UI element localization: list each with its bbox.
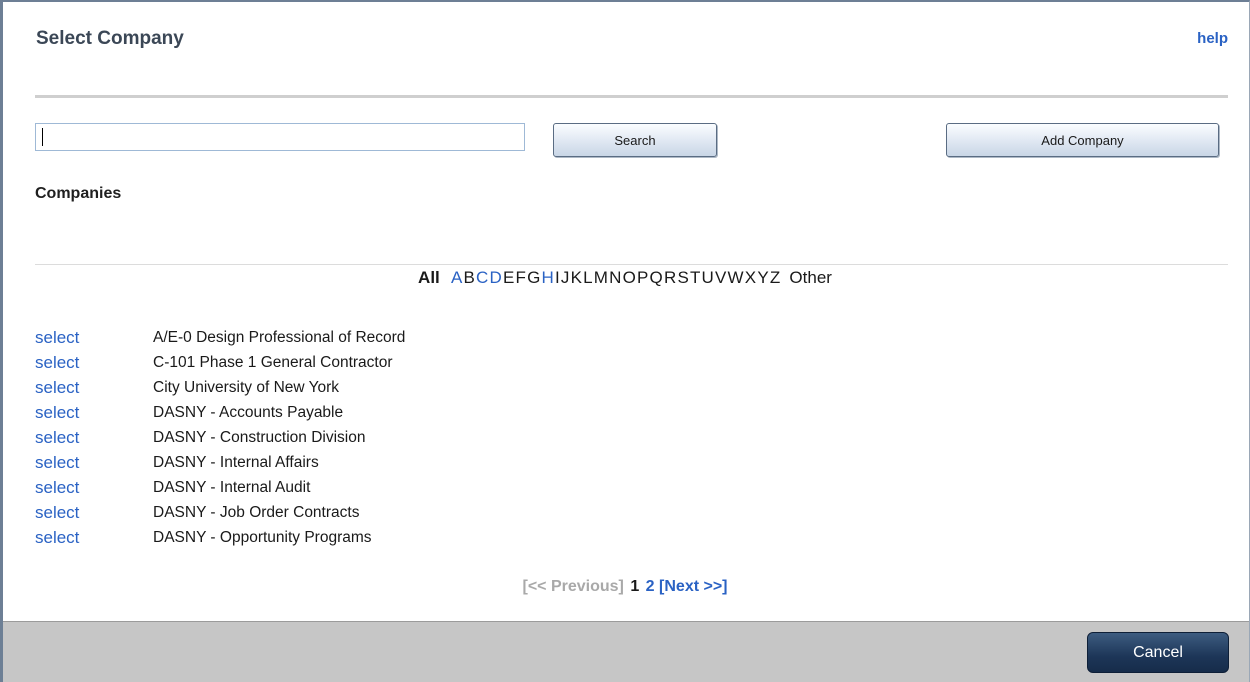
companies-heading: Companies (35, 185, 122, 202)
section-divider (35, 264, 1228, 265)
select-company-link[interactable]: select (35, 453, 79, 473)
company-list: select A/E-0 Design Professional of Recor… (35, 328, 735, 553)
select-company-link[interactable]: select (35, 478, 79, 498)
help-link[interactable]: help (1197, 30, 1228, 47)
pagination: [<< Previous] 1 2 [Next >>] (0, 578, 1250, 596)
company-name: DASNY - Opportunity Programs (153, 529, 372, 546)
alpha-filter-letter: X (744, 268, 757, 287)
alpha-filter-letter: T (689, 268, 701, 287)
alpha-filter-letter: Y (757, 268, 769, 287)
alpha-filter-letter: G (527, 268, 541, 287)
alpha-filter-letter: O (622, 268, 636, 287)
company-row: select DASNY - Accounts Payable (35, 403, 735, 428)
previous-page-link: [<< Previous] (522, 578, 624, 595)
cancel-button[interactable]: Cancel (1087, 632, 1229, 673)
alpha-filter-letter: Z (769, 268, 781, 287)
company-row: select DASNY - Internal Audit (35, 478, 735, 503)
alpha-filter-letter: N (609, 268, 622, 287)
company-row: select DASNY - Opportunity Programs (35, 528, 735, 553)
next-page-link[interactable]: [Next >>] (659, 578, 727, 595)
alpha-filter-letter: L (583, 268, 593, 287)
search-button[interactable]: Search (553, 123, 717, 157)
alpha-filter-letter: K (570, 268, 582, 287)
company-row: select DASNY - Job Order Contracts (35, 503, 735, 528)
alphabet-filter: All ABCDEFGHIJKLMNOPQRSTUVWXYZ Other (0, 268, 1250, 288)
page-title: Select Company (36, 28, 184, 49)
alpha-filter-letter: E (502, 268, 515, 287)
page-link[interactable]: 2 (646, 578, 655, 595)
alpha-filter-letter: U (701, 268, 714, 287)
company-name: City University of New York (153, 379, 340, 396)
company-row: select City University of New York (35, 378, 735, 403)
current-page: 1 (630, 578, 640, 595)
alpha-filter-letter: B (463, 268, 475, 287)
alpha-filter-letter[interactable]: C (476, 268, 488, 288)
select-company-link[interactable]: select (35, 503, 79, 523)
alpha-filter-letter: I (554, 268, 560, 287)
dialog-footer (3, 621, 1249, 682)
company-name: DASNY - Accounts Payable (153, 404, 344, 421)
text-cursor (42, 128, 43, 146)
alpha-filter-letter: Q (649, 268, 663, 287)
company-name: DASNY - Construction Division (153, 429, 366, 446)
select-company-link[interactable]: select (35, 428, 79, 448)
alpha-filter-letter[interactable]: H (542, 268, 554, 288)
alpha-filter-letter: V (715, 268, 727, 287)
select-company-link[interactable]: select (35, 528, 79, 548)
alpha-filter-other[interactable]: Other (789, 268, 832, 288)
select-company-link[interactable]: select (35, 403, 79, 423)
company-row: select DASNY - Internal Affairs (35, 453, 735, 478)
alpha-filter-letter: S (677, 268, 689, 287)
add-company-button[interactable]: Add Company (946, 123, 1219, 157)
alpha-filter-letter[interactable]: D (490, 268, 502, 288)
alpha-filter-all[interactable]: All (418, 268, 440, 288)
company-row: select A/E-0 Design Professional of Recor… (35, 328, 735, 353)
select-company-link[interactable]: select (35, 378, 79, 398)
header-divider (35, 95, 1228, 98)
select-company-link[interactable]: select (35, 353, 79, 373)
alpha-filter-letter: F (515, 268, 526, 287)
company-name: A/E-0 Design Professional of Record (153, 329, 406, 346)
alpha-filter-letter: R (663, 268, 677, 287)
search-input[interactable] (35, 123, 525, 151)
select-company-link[interactable]: select (35, 328, 79, 348)
alpha-filter-letter[interactable]: A (451, 268, 462, 288)
company-name: DASNY - Job Order Contracts (153, 504, 360, 521)
company-row: select DASNY - Construction Division (35, 428, 735, 453)
alpha-filter-letter: J (560, 268, 570, 287)
company-row: select C-101 Phase 1 General Contractor (35, 353, 735, 378)
alpha-filter-letter: M (593, 268, 608, 287)
alpha-filter-letter: P (637, 268, 649, 287)
company-name: DASNY - Internal Affairs (153, 454, 319, 471)
company-name: C-101 Phase 1 General Contractor (153, 354, 393, 371)
alpha-filter-letter: W (727, 268, 744, 287)
company-name: DASNY - Internal Audit (153, 479, 311, 496)
